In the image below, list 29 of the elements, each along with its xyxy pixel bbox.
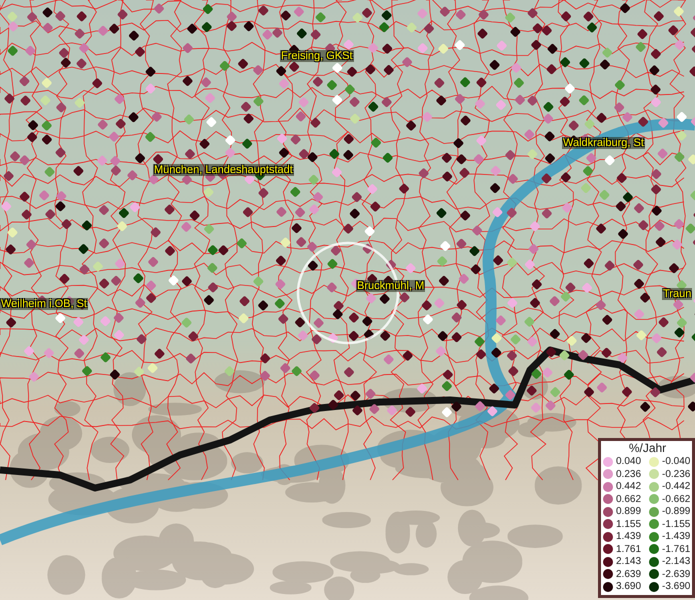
legend-value: -3.690 bbox=[662, 581, 692, 592]
legend-value: 0.662 bbox=[616, 494, 642, 504]
place-label: München, Landeshauptstadt bbox=[153, 164, 294, 176]
legend-value: 2.143 bbox=[616, 556, 642, 567]
legend-value: 1.439 bbox=[616, 531, 642, 542]
legend-value: 0.442 bbox=[616, 481, 642, 492]
place-label: Weilheim i.OB, St bbox=[0, 298, 88, 310]
legend-value: -0.236 bbox=[662, 468, 692, 480]
legend-value: -0.442 bbox=[662, 481, 692, 492]
place-label: Freising, GKSt bbox=[280, 50, 354, 62]
legend-value: 2.639 bbox=[616, 568, 642, 580]
legend-value: 0.899 bbox=[616, 506, 642, 517]
legend-value: -1.761 bbox=[662, 544, 692, 554]
place-label: Waldkraiburg, St bbox=[562, 137, 645, 149]
place-label: Bruckmühl, M bbox=[356, 280, 426, 292]
legend-value: 0.040 bbox=[616, 456, 642, 467]
legend-value: -2.639 bbox=[662, 568, 692, 580]
legend-value: 3.690 bbox=[616, 581, 642, 592]
legend-title: %/Jahr bbox=[628, 442, 668, 455]
place-label: Traun bbox=[662, 288, 692, 300]
legend-value: 1.761 bbox=[616, 544, 642, 554]
legend-value: 1.155 bbox=[616, 518, 642, 530]
legend-value: -0.662 bbox=[662, 494, 692, 504]
legend-value: -1.439 bbox=[662, 531, 692, 542]
legend-value: -1.155 bbox=[662, 518, 692, 530]
legend-value: -0.899 bbox=[662, 506, 692, 517]
legend-value: 0.236 bbox=[616, 468, 642, 480]
legend-value: -0.040 bbox=[662, 456, 692, 467]
legend-value: -2.143 bbox=[662, 556, 692, 567]
